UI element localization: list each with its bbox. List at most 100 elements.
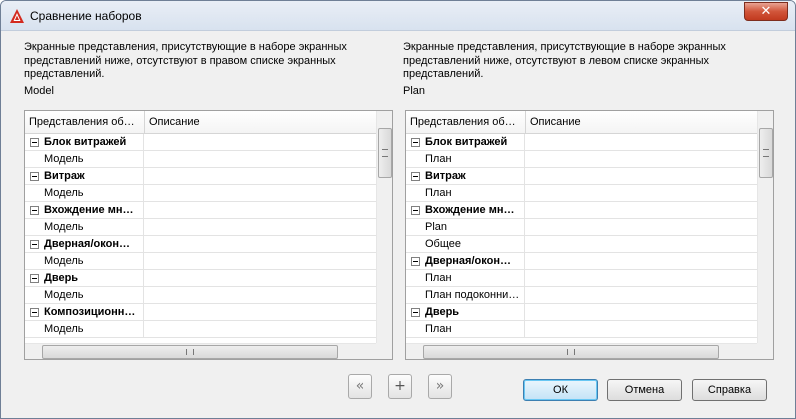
item-row[interactable]: Модель (25, 287, 377, 304)
item-label: Модель (44, 187, 84, 199)
item-label: Модель (44, 289, 84, 301)
item-label: Plan (425, 221, 448, 233)
move-right-button[interactable]: » (428, 374, 452, 399)
item-row[interactable]: Модель (25, 151, 377, 168)
group-row[interactable]: Витраж (406, 168, 758, 185)
window-title: Сравнение наборов (30, 9, 142, 23)
name-cell: Дверь (25, 270, 144, 286)
name-cell: Композиционн… (25, 304, 144, 320)
cancel-button[interactable]: Отмена (607, 379, 682, 401)
item-row[interactable]: План (406, 270, 758, 287)
group-row[interactable]: Блок витражей (25, 134, 377, 151)
item-row[interactable]: Модель (25, 253, 377, 270)
collapse-minus-icon[interactable] (411, 206, 420, 215)
horizontal-scroll-thumb[interactable] (42, 345, 338, 359)
description-cell (144, 253, 377, 269)
group-row[interactable]: Дверная/окон… (406, 253, 758, 270)
collapse-minus-icon[interactable] (411, 172, 420, 181)
description-cell (525, 134, 758, 150)
collapse-minus-icon[interactable] (411, 257, 420, 266)
item-row[interactable]: План подоконни… (406, 287, 758, 304)
right-set-name: Plan (403, 85, 426, 97)
description-cell (525, 253, 758, 269)
item-row[interactable]: План (406, 321, 758, 338)
left-display-reps-grid[interactable]: Представления об… Описание Блок витражей… (24, 110, 393, 360)
item-label: Модель (44, 221, 84, 233)
item-label: План (425, 272, 452, 284)
column-header-description[interactable]: Описание (526, 111, 756, 133)
collapse-minus-icon[interactable] (30, 172, 39, 181)
group-row[interactable]: Блок витражей (406, 134, 758, 151)
description-cell (144, 202, 377, 218)
item-row[interactable]: Общее (406, 236, 758, 253)
close-button[interactable]: ✕ (744, 2, 788, 21)
description-cell (525, 287, 758, 303)
vertical-scroll-thumb[interactable] (378, 128, 392, 178)
column-header-display-reps[interactable]: Представления об… (406, 111, 525, 133)
item-label: Модель (44, 153, 84, 165)
scroll-corner (757, 343, 773, 359)
item-row[interactable]: Plan (406, 219, 758, 236)
name-cell: План (406, 151, 525, 167)
item-row[interactable]: План (406, 185, 758, 202)
description-cell (144, 185, 377, 201)
scroll-corner (376, 343, 392, 359)
item-label: План (425, 187, 452, 199)
name-cell: План (406, 270, 525, 286)
group-label: Композиционн… (44, 306, 136, 318)
title-bar: Сравнение наборов ✕ (1, 1, 795, 31)
left-description: Экранные представления, присутствующие в… (24, 41, 347, 80)
collapse-minus-icon[interactable] (30, 274, 39, 283)
name-cell: Модель (25, 185, 144, 201)
description-cell (525, 304, 758, 320)
horizontal-scrollbar[interactable] (406, 343, 758, 359)
item-label: Общее (425, 238, 462, 250)
item-row[interactable]: Модель (25, 219, 377, 236)
name-cell: Модель (25, 151, 144, 167)
description-cell (525, 270, 758, 286)
group-label: Витраж (44, 170, 85, 182)
description-cell (144, 287, 377, 303)
group-row[interactable]: Витраж (25, 168, 377, 185)
description-cell (525, 185, 758, 201)
ok-button[interactable]: ОК (523, 379, 598, 401)
collapse-minus-icon[interactable] (30, 308, 39, 317)
group-row[interactable]: Дверная/окон… (25, 236, 377, 253)
vertical-scrollbar[interactable] (376, 111, 392, 343)
add-button[interactable]: + (388, 374, 412, 399)
item-row[interactable]: Модель (25, 321, 377, 338)
vertical-scrollbar[interactable] (757, 111, 773, 343)
group-row[interactable]: Вхождение мн… (25, 202, 377, 219)
name-cell: Дверная/окон… (25, 236, 144, 252)
name-cell: План (406, 321, 525, 337)
collapse-minus-icon[interactable] (30, 206, 39, 215)
collapse-minus-icon[interactable] (30, 240, 39, 249)
name-cell: Дверная/окон… (406, 253, 525, 269)
item-label: Модель (44, 323, 84, 335)
horizontal-scroll-thumb[interactable] (423, 345, 719, 359)
column-header-display-reps[interactable]: Представления об… (25, 111, 144, 133)
right-display-reps-grid[interactable]: Представления об… Описание Блок витражей… (405, 110, 774, 360)
item-row[interactable]: План (406, 151, 758, 168)
collapse-minus-icon[interactable] (411, 308, 420, 317)
group-label: Вхождение мн… (44, 204, 134, 216)
name-cell: План подоконни… (406, 287, 525, 303)
item-row[interactable]: Модель (25, 185, 377, 202)
group-row[interactable]: Вхождение мн… (406, 202, 758, 219)
group-row[interactable]: Дверь (25, 270, 377, 287)
group-row[interactable]: Композиционн… (25, 304, 377, 321)
move-left-button[interactable]: « (348, 374, 372, 399)
plus-icon: + (394, 378, 406, 394)
group-label: Дверная/окон… (44, 238, 130, 250)
horizontal-scrollbar[interactable] (25, 343, 377, 359)
group-row[interactable]: Дверь (406, 304, 758, 321)
group-label: Дверь (425, 306, 460, 318)
name-cell: Общее (406, 236, 525, 252)
help-button[interactable]: Справка (692, 379, 767, 401)
collapse-minus-icon[interactable] (411, 138, 420, 147)
name-cell: Модель (25, 287, 144, 303)
column-header-description[interactable]: Описание (145, 111, 375, 133)
collapse-minus-icon[interactable] (30, 138, 39, 147)
vertical-scroll-thumb[interactable] (759, 128, 773, 178)
name-cell: Витраж (406, 168, 525, 184)
